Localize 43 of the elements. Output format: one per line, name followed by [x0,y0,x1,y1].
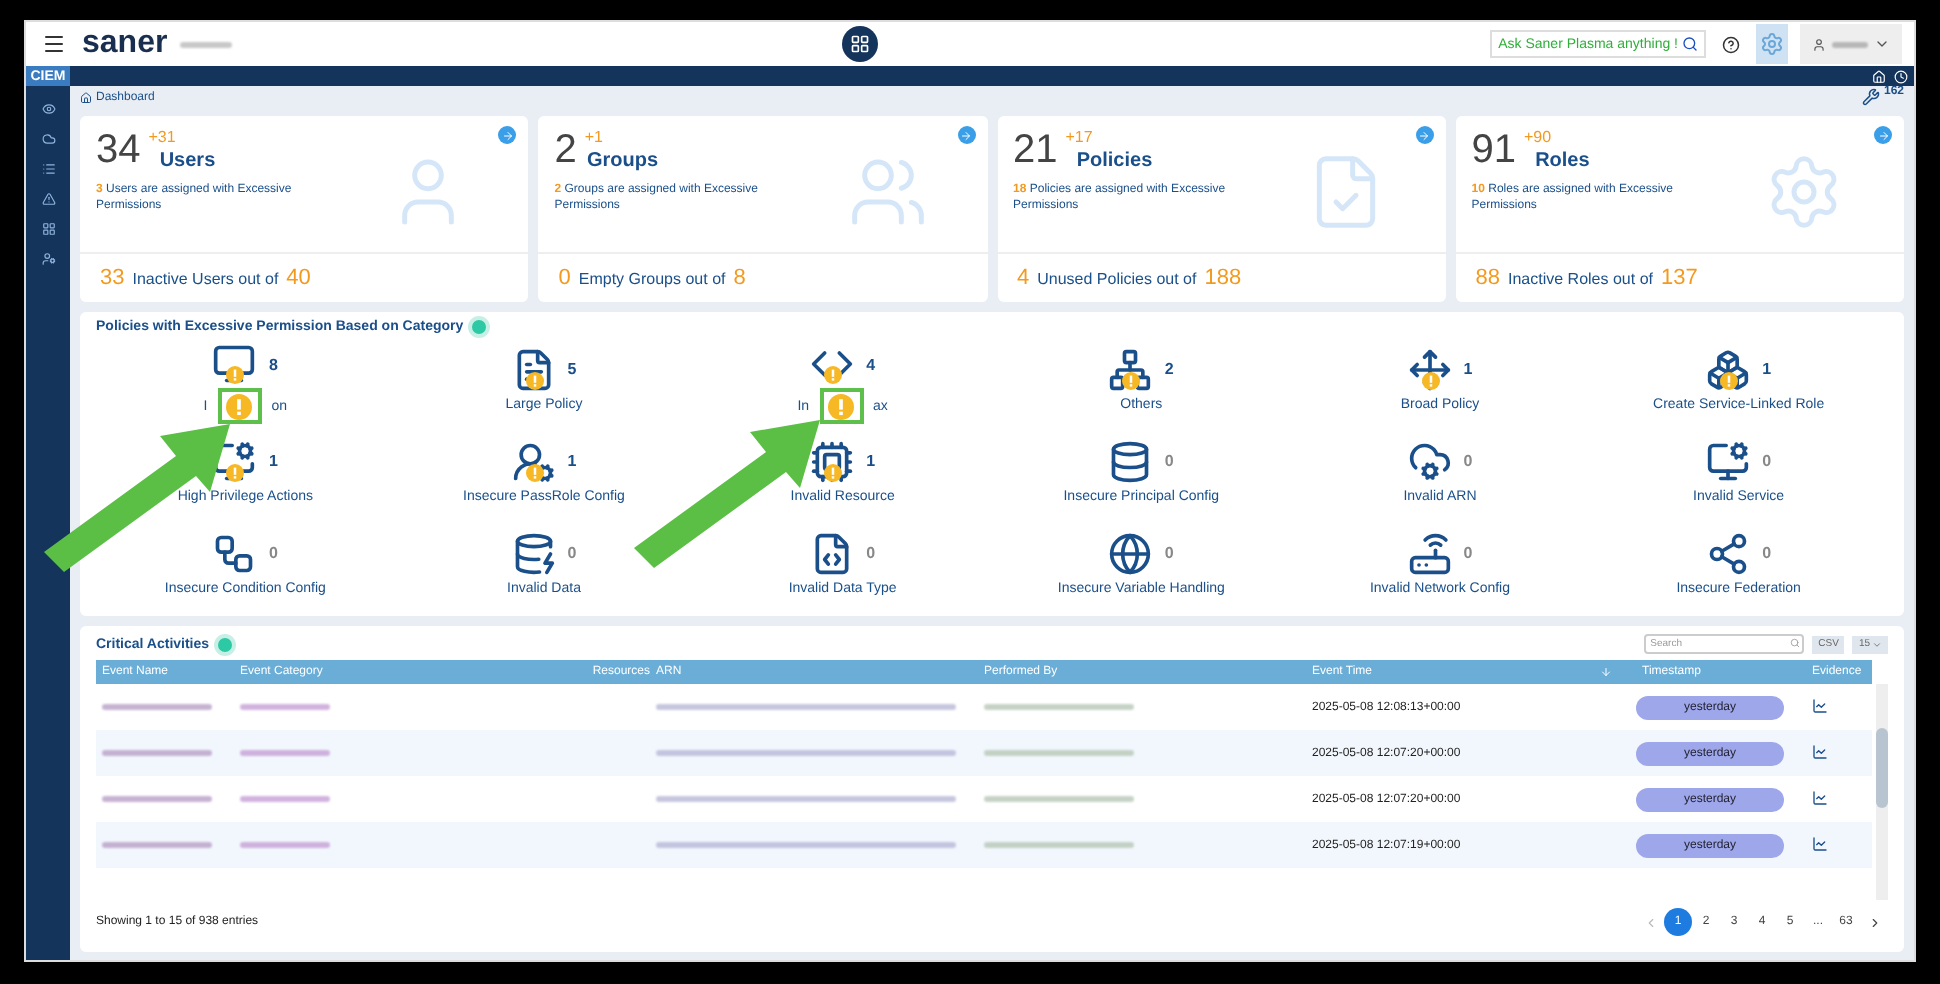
category-count: 1 [268,452,278,470]
card-footer-total: 137 [1660,266,1698,290]
category-count: 0 [866,544,876,562]
card-footer-text: Unused Policies out of [1037,269,1197,287]
card-footer-text: Inactive Roles out of [1508,269,1653,287]
card-footer-total: 8 [733,266,746,290]
card-title: Users [159,150,216,172]
card-count: 34 [96,128,141,172]
category-count: 8 [268,355,278,373]
card-footer-count: 4 [1017,266,1030,290]
category-count: 2 [1164,360,1174,378]
card-footer-count: 33 [100,266,125,290]
category-count: 0 [567,544,577,562]
card-count: 91 [1471,128,1516,172]
category-count: 0 [1762,544,1772,562]
card-footer-text: Inactive Users out of [132,269,279,287]
card-title: Policies [1076,150,1153,172]
card-delta: +90 [1524,128,1552,146]
category-count: 0 [1762,452,1772,470]
card-delta: +31 [148,128,176,146]
category-count: 1 [866,452,876,470]
category-count: 0 [1463,544,1473,562]
card-delta: +1 [584,128,603,146]
category-count: 0 [1164,544,1174,562]
card-footer-total: 188 [1204,266,1242,290]
app-logo: saner [82,26,168,62]
category-count: 5 [567,360,577,378]
category-count: 0 [1164,452,1174,470]
card-footer-count: 88 [1475,266,1500,290]
category-count: 0 [268,544,278,562]
card-count: 21 [1013,128,1058,172]
card-title: Roles [1535,150,1590,172]
category-count: 1 [567,452,577,470]
category-count: 1 [1463,360,1473,378]
card-title: Groups [587,150,659,172]
card-footer-total: 40 [286,266,311,290]
category-count: 1 [1762,360,1772,378]
card-footer-text: Empty Groups out of [578,269,726,287]
card-delta: +17 [1065,128,1093,146]
card-count: 2 [554,128,577,172]
category-count: 4 [866,355,876,373]
card-footer-count: 0 [558,266,571,290]
category-count: 0 [1463,452,1473,470]
